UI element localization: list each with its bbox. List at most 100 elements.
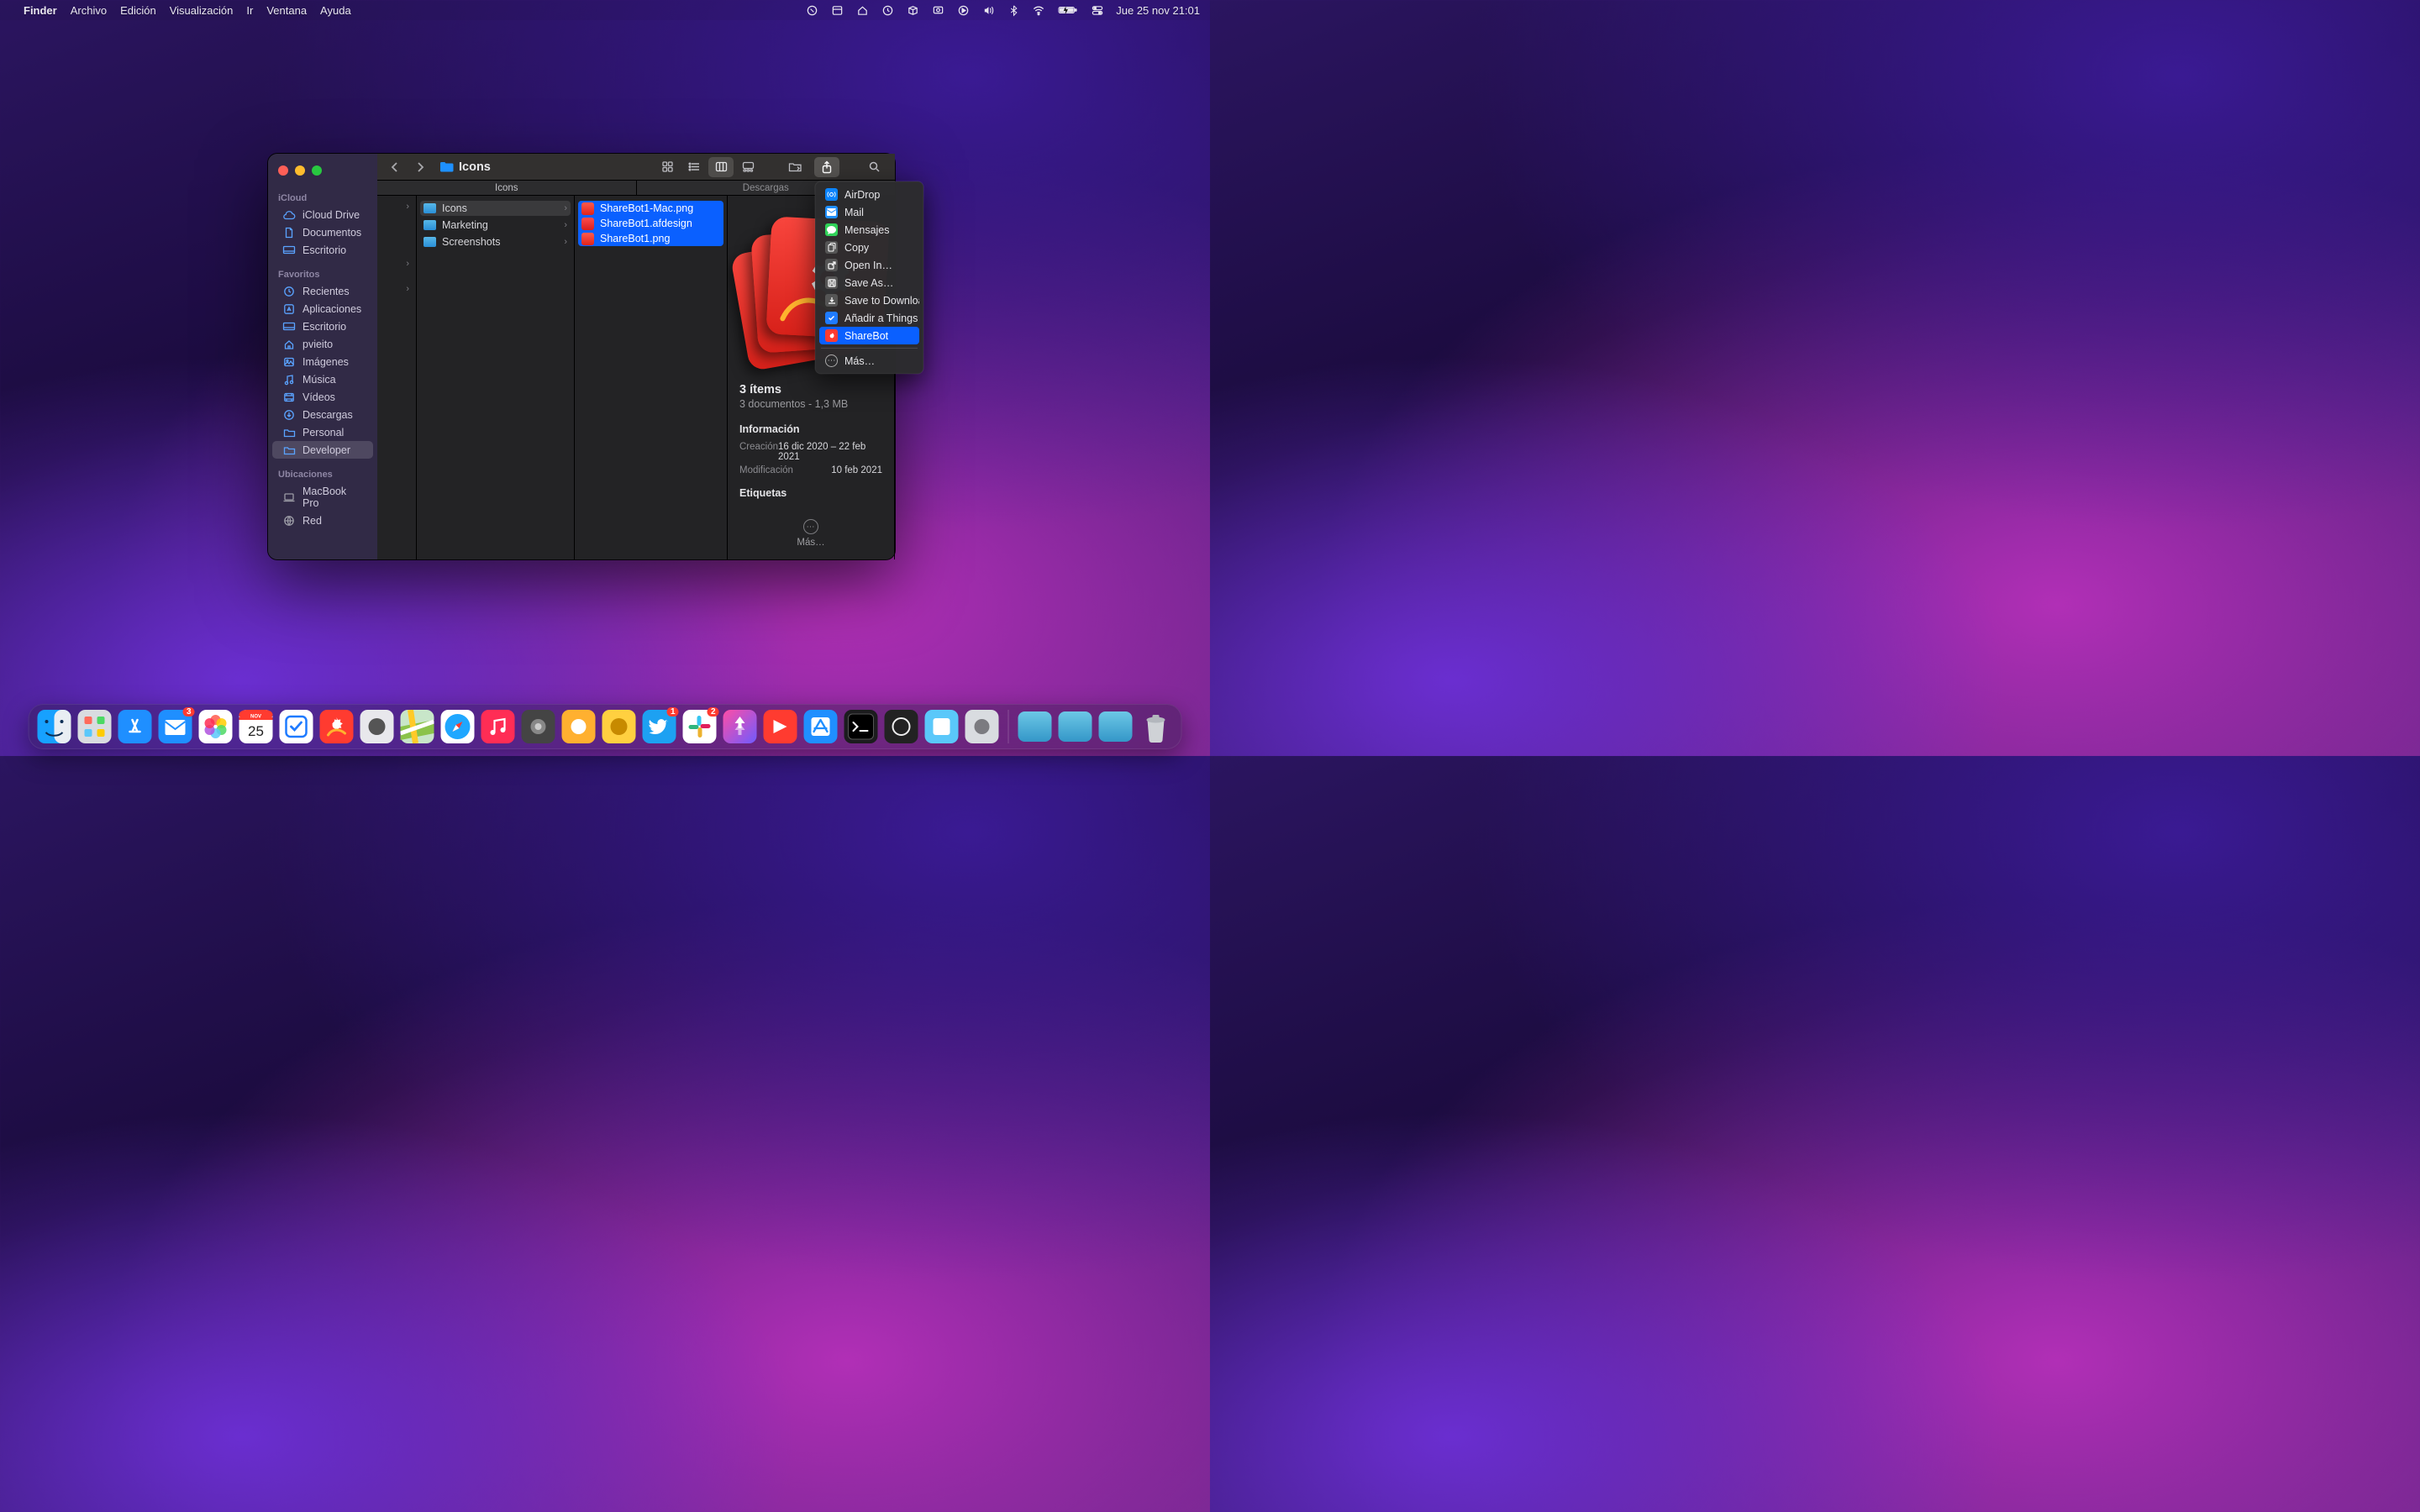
sidebar-item-aplicaciones[interactable]: Aplicaciones: [272, 300, 373, 318]
sidebar-item-imagenes[interactable]: Imágenes: [272, 353, 373, 370]
sidebar-item-recientes[interactable]: Recientes: [272, 282, 373, 300]
dock-app-terminal[interactable]: [844, 709, 879, 744]
preview-more-button[interactable]: ⋯ Más…: [739, 519, 882, 548]
menu-archivo[interactable]: Archivo: [71, 4, 107, 17]
volume-status-icon[interactable]: [981, 3, 995, 17]
list-view-button[interactable]: [681, 157, 707, 177]
back-button[interactable]: [386, 158, 404, 176]
window-traffic-lights: [278, 165, 322, 176]
sidebar-item-icloud-drive[interactable]: iCloud Drive: [272, 206, 373, 223]
folder-row-icons[interactable]: Icons›: [420, 201, 571, 216]
menu-datetime[interactable]: Jue 25 nov 21:01: [1116, 4, 1200, 17]
dock-app-mail[interactable]: 3: [158, 709, 193, 744]
dock-folder-1[interactable]: [1018, 709, 1053, 744]
dock-app-shortcuts[interactable]: [723, 709, 758, 744]
dock-app-finder[interactable]: [37, 709, 72, 744]
dock-app-safari[interactable]: [440, 709, 476, 744]
dock-app-music[interactable]: [481, 709, 516, 744]
wifi-status-icon[interactable]: [1032, 3, 1045, 17]
dock-app-xcode[interactable]: [803, 709, 839, 744]
dock-app-photos[interactable]: [198, 709, 234, 744]
file-row[interactable]: ShareBot1-Mac.png: [578, 201, 723, 216]
battery-status-icon[interactable]: [1057, 3, 1079, 17]
file-row[interactable]: ShareBot1.png: [578, 231, 723, 246]
dock-app-generic-6[interactable]: [924, 709, 960, 744]
share-item-mensajes[interactable]: Mensajes: [819, 221, 919, 239]
share-item-sharebot[interactable]: ShareBot: [819, 327, 919, 344]
menu-ventana[interactable]: Ventana: [266, 4, 307, 17]
home-status-icon[interactable]: [855, 3, 869, 17]
chevron-right-icon: ›: [564, 220, 567, 230]
dock-app-generic-2[interactable]: [561, 709, 597, 744]
zoom-button[interactable]: [312, 165, 322, 176]
folder-row-marketing[interactable]: Marketing›: [417, 218, 574, 233]
dock-app-things[interactable]: [279, 709, 314, 744]
status-icon-1[interactable]: [805, 3, 818, 17]
sidebar-item-escritorio[interactable]: Escritorio: [272, 241, 373, 259]
share-item-airdrop[interactable]: AirDrop: [819, 186, 919, 203]
share-item-things[interactable]: Añadir a Things: [819, 309, 919, 327]
bluetooth-status-icon[interactable]: [1007, 3, 1020, 17]
things-icon: [825, 312, 838, 324]
dock-app-generic-3[interactable]: [602, 709, 637, 744]
column-row-stub[interactable]: ›: [377, 199, 416, 214]
now-playing-status-icon[interactable]: [956, 3, 970, 17]
chevron-right-icon: ›: [564, 237, 567, 247]
column-row-stub[interactable]: ›: [377, 256, 416, 271]
menu-ir[interactable]: Ir: [246, 4, 253, 17]
dock-app-slack[interactable]: 2: [682, 709, 718, 744]
gallery-view-button[interactable]: [735, 157, 760, 177]
close-button[interactable]: [278, 165, 288, 176]
menu-edicion[interactable]: Edición: [120, 4, 156, 17]
share-item-more[interactable]: ⋯Más…: [819, 352, 919, 370]
path-crumb-icons[interactable]: Icons: [377, 181, 636, 195]
timemachine-status-icon[interactable]: [881, 3, 894, 17]
group-button[interactable]: [782, 157, 808, 177]
folder-row-screenshots[interactable]: Screenshots›: [417, 234, 574, 249]
sidebar-item-musica[interactable]: Música: [272, 370, 373, 388]
share-item-saveas[interactable]: Save As…: [819, 274, 919, 291]
dock-app-appstore[interactable]: [118, 709, 153, 744]
dock-folder-2[interactable]: [1058, 709, 1093, 744]
app-name[interactable]: Finder: [24, 4, 57, 17]
dock-app-maps[interactable]: [400, 709, 435, 744]
menu-visualizacion[interactable]: Visualización: [170, 4, 234, 17]
minimize-button[interactable]: [295, 165, 305, 176]
search-button[interactable]: [861, 157, 886, 177]
sidebar-item-macbook[interactable]: MacBook Pro: [272, 482, 373, 512]
dock-app-generic-4[interactable]: [763, 709, 798, 744]
icon-view-button[interactable]: [655, 157, 680, 177]
share-button[interactable]: [814, 157, 839, 177]
sidebar-item-personal[interactable]: Personal: [272, 423, 373, 441]
sidebar-item-home[interactable]: pvieito: [272, 335, 373, 353]
dock-app-generic-7[interactable]: [965, 709, 1000, 744]
sidebar-item-documentos[interactable]: Documentos: [272, 223, 373, 241]
dock-app-sharebot[interactable]: [319, 709, 355, 744]
column-view-button[interactable]: [708, 157, 734, 177]
dock-app-twitter[interactable]: 1: [642, 709, 677, 744]
sidebar-item-escritorio-fav[interactable]: Escritorio: [272, 318, 373, 335]
file-row[interactable]: ShareBot1.afdesign: [578, 216, 723, 231]
share-item-openin[interactable]: Open In…: [819, 256, 919, 274]
menu-ayuda[interactable]: Ayuda: [320, 4, 351, 17]
sidebar-item-red[interactable]: Red: [272, 512, 373, 529]
dock-app-generic-1[interactable]: [360, 709, 395, 744]
package-status-icon[interactable]: [906, 3, 919, 17]
sidebar-item-descargas[interactable]: Descargas: [272, 406, 373, 423]
dock-folder-3[interactable]: [1098, 709, 1134, 744]
dock-app-settings[interactable]: [521, 709, 556, 744]
screenmirror-status-icon[interactable]: [931, 3, 944, 17]
sidebar-item-developer[interactable]: Developer: [272, 441, 373, 459]
column-row-stub[interactable]: ›: [377, 281, 416, 297]
control-center-icon[interactable]: [1091, 3, 1104, 17]
dock-app-generic-5[interactable]: [884, 709, 919, 744]
dock-app-launchpad[interactable]: [77, 709, 113, 744]
forward-button[interactable]: [411, 158, 429, 176]
share-item-savedownloads[interactable]: Save to Downloads: [819, 291, 919, 309]
share-item-copy[interactable]: Copy: [819, 239, 919, 256]
sidebar-item-videos[interactable]: Vídeos: [272, 388, 373, 406]
calendar-status-icon[interactable]: [830, 3, 844, 17]
share-item-mail[interactable]: Mail: [819, 203, 919, 221]
dock-app-calendar[interactable]: NOV25: [239, 709, 274, 744]
dock-trash[interactable]: [1139, 709, 1174, 744]
